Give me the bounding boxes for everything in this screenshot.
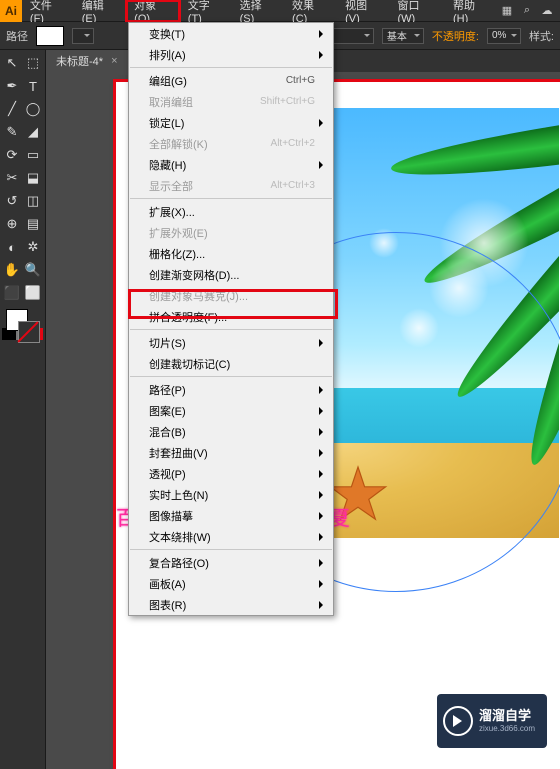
menu-item[interactable]: 封套扭曲(V) xyxy=(129,442,333,463)
fill-dropdown[interactable] xyxy=(72,28,94,44)
menu-文字[interactable]: 文字(T) xyxy=(180,0,232,22)
tool-17[interactable]: ✲ xyxy=(23,236,43,258)
brand-title: 溜溜自学 xyxy=(479,708,535,724)
tool-20[interactable]: ⬛ xyxy=(2,282,22,304)
menu-item[interactable]: 图案(E) xyxy=(129,400,333,421)
menu-item[interactable]: 图表(R) xyxy=(129,594,333,615)
cloud-icon[interactable]: ☁ xyxy=(538,2,556,20)
document-title: 未标题-4* xyxy=(56,53,103,69)
tool-13[interactable]: ◫ xyxy=(23,190,43,212)
close-icon[interactable]: × xyxy=(111,55,117,67)
menubar: Ai 文件(F)编辑(E)对象(O)文字(T)选择(S)效果(C)视图(V)窗口… xyxy=(0,0,560,22)
tool-1[interactable]: ⬚ xyxy=(23,52,43,74)
menu-separator xyxy=(130,67,332,68)
tool-14[interactable]: ⊕ xyxy=(2,213,22,235)
tool-16[interactable]: ◐ xyxy=(2,236,22,258)
menu-item[interactable]: 创建裁切标记(C) xyxy=(129,353,333,374)
tool-panel: ↖⬚✒T╱◯✎◢⟳▭✂⬓↺◫⊕▤◐✲✋🔍⬛⬜ xyxy=(0,50,46,769)
menu-帮助[interactable]: 帮助(H) xyxy=(445,0,498,22)
menu-item: 显示全部Alt+Ctrl+3 xyxy=(129,175,333,196)
opacity-label: 不透明度: xyxy=(432,28,479,44)
fill-stroke-control[interactable] xyxy=(2,305,43,349)
tool-10[interactable]: ✂ xyxy=(2,167,22,189)
menu-对象[interactable]: 对象(O) xyxy=(126,0,180,22)
menu-item[interactable]: 图像描摹 xyxy=(129,505,333,526)
menu-item[interactable]: 文本绕排(W) xyxy=(129,526,333,547)
document-tab[interactable]: 未标题-4* × xyxy=(46,50,128,72)
style-basic-dropdown[interactable]: 基本 xyxy=(382,28,424,44)
tool-8[interactable]: ⟳ xyxy=(2,144,22,166)
menu-item: 全部解锁(K)Alt+Ctrl+2 xyxy=(129,133,333,154)
menu-item[interactable]: 变换(T) xyxy=(129,23,333,44)
menu-separator xyxy=(130,549,332,550)
menu-item[interactable]: 复合路径(O) xyxy=(129,552,333,573)
tool-5[interactable]: ◯ xyxy=(23,98,43,120)
menu-item[interactable]: 透视(P) xyxy=(129,463,333,484)
tool-4[interactable]: ╱ xyxy=(2,98,22,120)
menu-item[interactable]: 隐藏(H) xyxy=(129,154,333,175)
tool-0[interactable]: ↖ xyxy=(2,52,22,74)
menu-选择[interactable]: 选择(S) xyxy=(232,0,284,22)
tool-18[interactable]: ✋ xyxy=(2,259,22,281)
menu-item[interactable]: 编组(G)Ctrl+G xyxy=(129,70,333,91)
brand-badge: 溜溜自学 zixue.3d66.com xyxy=(437,694,547,748)
tool-19[interactable]: 🔍 xyxy=(23,259,43,281)
menu-视图[interactable]: 视图(V) xyxy=(337,0,389,22)
tool-3[interactable]: T xyxy=(23,75,43,97)
menu-item[interactable]: 混合(B) xyxy=(129,421,333,442)
menu-separator xyxy=(130,198,332,199)
menu-item[interactable]: 路径(P) xyxy=(129,379,333,400)
menu-效果[interactable]: 效果(C) xyxy=(284,0,337,22)
menu-item: 创建对象马赛克(J)... xyxy=(129,285,333,306)
brand-sub: zixue.3d66.com xyxy=(479,724,535,734)
menu-item[interactable]: 排列(A) xyxy=(129,44,333,65)
tool-15[interactable]: ▤ xyxy=(23,213,43,235)
menu-item[interactable]: 拼合透明度(F)... xyxy=(129,306,333,327)
opacity-field[interactable]: 0% xyxy=(487,28,521,44)
menu-item[interactable]: 创建渐变网格(D)... xyxy=(129,264,333,285)
tool-2[interactable]: ✒ xyxy=(2,75,22,97)
tool-12[interactable]: ↺ xyxy=(2,190,22,212)
tool-7[interactable]: ◢ xyxy=(23,121,43,143)
tool-21[interactable]: ⬜ xyxy=(23,282,43,304)
app-logo: Ai xyxy=(0,0,22,22)
menu-separator xyxy=(130,376,332,377)
object-menu: 变换(T)排列(A) 编组(G)Ctrl+G取消编组Shift+Ctrl+G锁定(… xyxy=(128,22,334,616)
menu-编辑[interactable]: 编辑(E) xyxy=(74,0,126,22)
tool-6[interactable]: ✎ xyxy=(2,121,22,143)
menu-item[interactable]: 切片(S) xyxy=(129,332,333,353)
menu-item: 取消编组Shift+Ctrl+G xyxy=(129,91,333,112)
menu-item[interactable]: 扩展(X)... xyxy=(129,201,333,222)
tool-9[interactable]: ▭ xyxy=(23,144,43,166)
layout-icon[interactable]: ▦ xyxy=(498,2,516,20)
menu-item: 扩展外观(E) xyxy=(129,222,333,243)
menu-item[interactable]: 栅格化(Z)... xyxy=(129,243,333,264)
style-label: 样式: xyxy=(529,28,554,44)
path-label: 路径 xyxy=(6,28,28,44)
menu-item[interactable]: 画板(A) xyxy=(129,573,333,594)
menu-文件[interactable]: 文件(F) xyxy=(22,0,74,22)
play-icon xyxy=(443,706,473,736)
menu-窗口[interactable]: 窗口(W) xyxy=(390,0,445,22)
tool-11[interactable]: ⬓ xyxy=(23,167,43,189)
menu-separator xyxy=(130,329,332,330)
menu-item[interactable]: 锁定(L) xyxy=(129,112,333,133)
menu-item[interactable]: 实时上色(N) xyxy=(129,484,333,505)
search-icon[interactable]: ⌕ xyxy=(518,2,536,20)
fill-swatch[interactable] xyxy=(36,26,64,46)
